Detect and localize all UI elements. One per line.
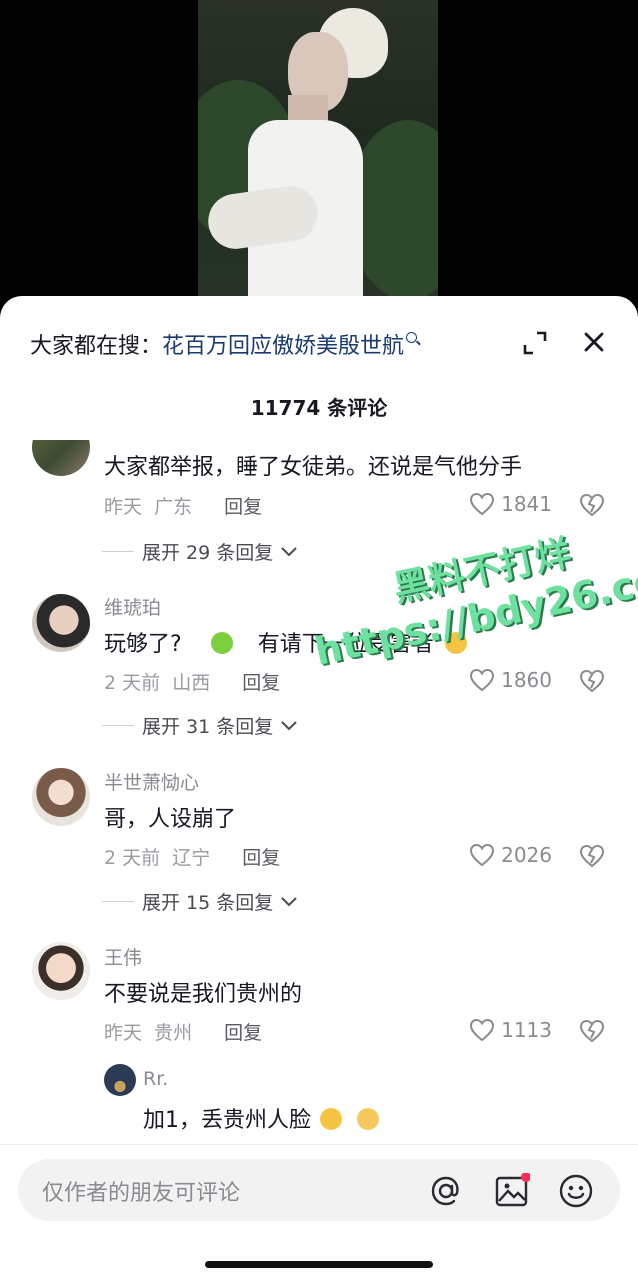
reply-button[interactable]: 回复 — [224, 496, 262, 518]
comment-input-placeholder: 仅作者的朋友可评论 — [42, 1181, 241, 1206]
comment-meta: 昨天 贵州 回复 — [104, 1018, 262, 1045]
comment-username[interactable]: 维琥珀 — [104, 593, 161, 620]
comment-meta: 2 天前 辽宁 回复 — [104, 843, 280, 870]
broken-heart-icon[interactable] — [578, 1018, 606, 1044]
chevron-down-icon — [281, 896, 297, 906]
expand-replies[interactable]: 展开 31 条回复 — [102, 712, 299, 739]
avatar[interactable] — [32, 768, 90, 826]
comment-text: 玩够了? 有请下一位受害者 — [104, 626, 467, 658]
comment-text-part: 玩够了? — [104, 632, 182, 657]
at-icon[interactable] — [428, 1173, 464, 1209]
comment-input[interactable]: 仅作者的朋友可评论 — [18, 1159, 620, 1221]
comment-time: 2 天前 — [104, 672, 161, 694]
video-player[interactable] — [0, 0, 638, 320]
expand-replies-label: 展开 29 条回复 — [142, 542, 274, 564]
comment-time: 2 天前 — [104, 847, 161, 869]
crying-emoji-icon — [320, 1108, 342, 1130]
close-icon[interactable] — [580, 328, 608, 356]
broken-heart-icon[interactable] — [578, 492, 606, 518]
comment-text: 不要说是我们贵州的 — [104, 982, 303, 1007]
reply-button[interactable]: 回复 — [242, 672, 280, 694]
trending-search-text[interactable]: 大家都在搜：花百万回应傲娇美殷世航 — [30, 328, 418, 360]
reply-avatar[interactable] — [104, 1064, 136, 1096]
comment-location: 广东 — [154, 496, 193, 518]
expand-icon[interactable] — [522, 330, 548, 356]
image-icon[interactable] — [494, 1173, 530, 1209]
heart-icon — [470, 668, 495, 692]
laugh-emoji-icon — [444, 632, 467, 654]
reply-button[interactable]: 回复 — [224, 1022, 262, 1044]
comment-location: 贵州 — [154, 1022, 193, 1044]
avatar[interactable] — [32, 942, 90, 1000]
reply-text: 加1，丢贵州人脸 — [143, 1102, 379, 1134]
comment-username[interactable]: 半世萧恸心 — [104, 768, 199, 795]
chevron-down-icon — [281, 720, 297, 730]
reply-username[interactable]: Rr. — [143, 1068, 168, 1090]
comment-text-part: 有请下一位受害者 — [257, 632, 434, 657]
broken-heart-icon[interactable] — [578, 668, 606, 694]
expand-replies[interactable]: 展开 15 条回复 — [102, 888, 299, 915]
search-prefix: 大家都在搜： — [30, 334, 163, 359]
ok-hand-emoji-icon — [357, 1108, 379, 1130]
reply-text-content: 加1，丢贵州人脸 — [143, 1108, 311, 1133]
video-frame — [198, 0, 438, 320]
comment-text: 哥，人设崩了 — [104, 807, 237, 832]
like-button[interactable]: 1113 — [469, 1018, 552, 1042]
like-count: 1113 — [501, 1018, 552, 1042]
comment-time: 昨天 — [104, 496, 143, 518]
emoji-icon[interactable] — [558, 1173, 594, 1209]
comment-sheet: 大家都在搜：花百万回应傲娇美殷世航 11774 条评论 大家都举报，睡了女徒弟。… — [0, 296, 638, 1280]
search-icon — [406, 332, 418, 343]
comment-meta: 昨天 广东 回复 — [104, 492, 262, 519]
heart-icon — [470, 1018, 495, 1042]
search-keyword[interactable]: 花百万回应傲娇美殷世航 — [162, 334, 404, 359]
expand-replies-label: 展开 31 条回复 — [142, 716, 274, 738]
comment-time: 昨天 — [104, 1022, 143, 1044]
hand-emoji-icon — [210, 632, 233, 654]
broken-heart-icon[interactable] — [578, 843, 606, 869]
comment-location: 辽宁 — [172, 847, 211, 869]
comment-location: 山西 — [172, 672, 211, 694]
avatar[interactable] — [32, 440, 90, 476]
comment-count: 11774 条评论 — [250, 396, 388, 420]
like-count: 1841 — [501, 492, 552, 516]
chevron-down-icon — [281, 546, 297, 556]
like-button[interactable]: 1860 — [469, 668, 552, 692]
reply-button[interactable]: 回复 — [242, 847, 280, 869]
like-button[interactable]: 1841 — [469, 492, 552, 516]
comment-text: 大家都举报，睡了女徒弟。还说是气他分手 — [104, 455, 523, 480]
comment-username[interactable]: 王伟 — [104, 943, 142, 970]
heart-icon — [470, 843, 495, 867]
expand-replies-label: 展开 15 条回复 — [142, 892, 274, 914]
expand-replies[interactable]: 展开 29 条回复 — [102, 538, 299, 565]
comment-input-bar: 仅作者的朋友可评论 — [0, 1144, 638, 1281]
like-button[interactable]: 2026 — [469, 843, 552, 867]
comment-meta: 2 天前 山西 回复 — [104, 668, 280, 695]
like-count: 1860 — [501, 668, 552, 692]
avatar[interactable] — [32, 594, 90, 652]
like-count: 2026 — [501, 843, 552, 867]
notification-dot — [521, 1173, 530, 1182]
home-indicator — [205, 1261, 433, 1268]
trending-search-row[interactable]: 大家都在搜：花百万回应傲娇美殷世航 — [30, 324, 610, 364]
heart-icon — [470, 492, 495, 516]
